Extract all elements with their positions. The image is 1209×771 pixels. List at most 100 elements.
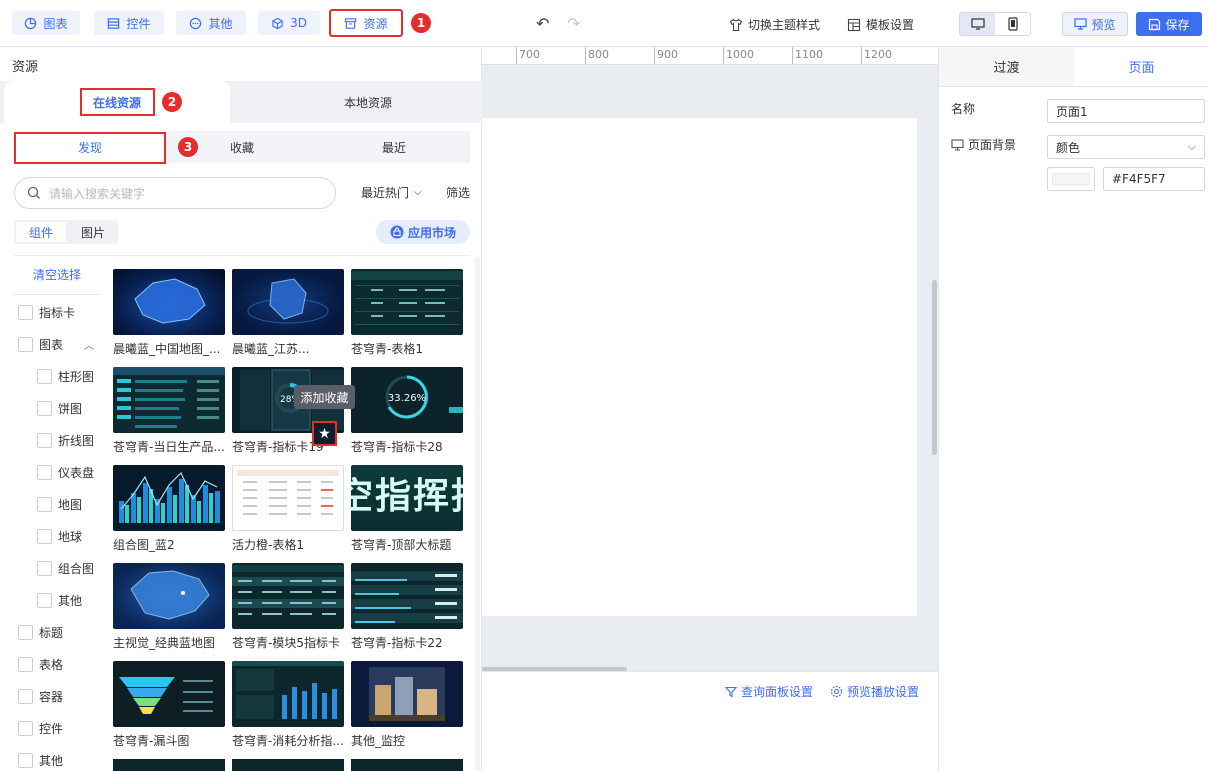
checkbox[interactable]: [37, 465, 52, 480]
preview-button[interactable]: 预览: [1062, 12, 1128, 36]
checkbox[interactable]: [18, 657, 33, 672]
type-image[interactable]: 图片: [68, 220, 118, 244]
tab-page[interactable]: 页面: [1074, 47, 1209, 86]
resource-card[interactable]: 其他_监控: [351, 661, 463, 749]
category-label: 饼图: [58, 402, 83, 416]
theme-button[interactable]: 切换主题样式: [729, 16, 820, 33]
card-thumbnail: [351, 563, 463, 629]
category-label: 表格: [39, 658, 64, 672]
category-map[interactable]: 地图: [37, 496, 82, 513]
category-chart-other[interactable]: 其他: [37, 592, 82, 609]
category-title[interactable]: 标题: [18, 624, 63, 641]
resource-card[interactable]: 33.26% 苍穹青-指标卡28: [351, 367, 463, 455]
checkbox[interactable]: [37, 433, 52, 448]
checkbox[interactable]: [37, 593, 52, 608]
star-icon[interactable]: ★: [312, 421, 337, 446]
category-pie-chart[interactable]: 饼图: [37, 400, 82, 417]
checkbox[interactable]: [18, 337, 33, 352]
device-switch: [959, 12, 1031, 36]
resource-card[interactable]: 空指挥拄 苍穹青-顶部大标题: [351, 465, 463, 553]
checkbox[interactable]: [37, 529, 52, 544]
add-favorite-tooltip: 添加收藏: [294, 385, 355, 409]
bg-type-select[interactable]: 颜色 ⌵: [1047, 135, 1205, 159]
resource-button[interactable]: 资源: [329, 9, 403, 37]
resource-card[interactable]: 组合图_蓝2: [113, 465, 225, 553]
template-button[interactable]: 模板设置: [847, 16, 914, 33]
checkbox[interactable]: [18, 689, 33, 704]
undo-icon[interactable]: ↶: [536, 14, 549, 33]
resource-card[interactable]: 主视觉_经典蓝地图: [113, 563, 225, 651]
widget-button[interactable]: 控件: [94, 11, 164, 35]
checkbox[interactable]: [37, 401, 52, 416]
category-other[interactable]: 其他: [18, 752, 63, 769]
category-combo-chart[interactable]: 组合图: [37, 560, 94, 577]
resource-card[interactable]: 晨曦蓝_中国地图_...: [113, 269, 225, 357]
mobile-icon[interactable]: [995, 13, 1030, 35]
card-thumbnail: [232, 563, 344, 629]
archive-icon: [345, 17, 357, 29]
category-table[interactable]: 表格: [18, 656, 63, 673]
filter-button[interactable]: 筛选: [446, 184, 470, 201]
resource-card[interactable]: 苍穹青-模块5指标卡: [232, 563, 344, 651]
chevron-up-icon[interactable]: ︿: [84, 337, 94, 352]
resource-card[interactable]: 苍穹青-漏斗图: [113, 661, 225, 749]
card-thumbnail: [232, 269, 344, 335]
chevron-down-icon: ⌵: [1187, 140, 1196, 153]
save-label: 保存: [1165, 17, 1190, 32]
checkbox[interactable]: [18, 305, 33, 320]
category-container[interactable]: 容器: [18, 688, 63, 705]
clear-selection-link[interactable]: 清空选择: [14, 266, 100, 283]
tab-transition[interactable]: 过渡: [939, 47, 1074, 86]
other-button[interactable]: 其他: [176, 11, 246, 35]
tab-recent[interactable]: 最近: [318, 131, 470, 163]
category-chart[interactable]: 图表 ︿: [18, 336, 98, 353]
color-hex-input[interactable]: #F4F5F7: [1103, 167, 1205, 191]
category-bar-chart[interactable]: 柱形图: [37, 368, 94, 385]
tab-local-resource[interactable]: 本地资源: [254, 81, 482, 123]
checkbox[interactable]: [18, 753, 33, 768]
category-control[interactable]: 控件: [18, 720, 63, 737]
resource-card[interactable]: 活力橙-表格1: [232, 465, 344, 553]
card-thumbnail: [351, 661, 463, 727]
search-input[interactable]: 请输入搜索关键字: [14, 177, 336, 209]
card-title: 苍穹青-模块5指标卡: [232, 636, 340, 650]
card-thumbnail: [232, 465, 344, 531]
list-scrollbar[interactable]: [475, 257, 480, 771]
resource-panel: 资源 在线资源 本地资源 2 发现 收藏 最近 3 请输入搜索关键字 最近热门 …: [0, 47, 482, 771]
card-title: 晨曦蓝_江苏...: [232, 342, 310, 356]
save-button[interactable]: 保存: [1136, 12, 1202, 36]
category-label: 控件: [39, 722, 64, 736]
other-label: 其他: [208, 16, 233, 31]
resource-card[interactable]: 晨曦蓝_江苏...: [232, 269, 344, 357]
3d-button[interactable]: 3D: [258, 11, 320, 35]
category-globe[interactable]: 地球: [37, 528, 82, 545]
dashboard-page[interactable]: [482, 118, 917, 616]
redo-icon[interactable]: ↷: [567, 14, 580, 33]
preview-play-settings[interactable]: 预览播放设置: [830, 683, 919, 700]
ruler-tick: 900: [654, 47, 678, 64]
chart-button[interactable]: 图表: [12, 11, 80, 35]
type-component[interactable]: 组件: [16, 222, 66, 242]
checkbox[interactable]: [37, 497, 52, 512]
color-swatch[interactable]: [1047, 167, 1095, 191]
vertical-scrollbar[interactable]: [932, 280, 937, 455]
resource-card[interactable]: 苍穹青-表格1: [351, 269, 463, 357]
resource-card[interactable]: 苍穹青-指标卡22: [351, 563, 463, 651]
category-gauge[interactable]: 仪表盘: [37, 464, 94, 481]
checkbox[interactable]: [18, 625, 33, 640]
widget-icon: [108, 17, 120, 29]
query-panel-settings[interactable]: 查询面板设置: [725, 683, 813, 700]
card-title: 苍穹青-指标卡22: [351, 636, 443, 650]
page-name-input[interactable]: 页面1: [1047, 99, 1205, 123]
sort-select[interactable]: 最近热门 ⌵: [361, 184, 422, 201]
category-indicator-card[interactable]: 指标卡: [18, 304, 75, 321]
search-icon: [27, 186, 40, 199]
resource-card[interactable]: 苍穹青-当日生产品...: [113, 367, 225, 455]
category-line-chart[interactable]: 折线图: [37, 432, 94, 449]
checkbox[interactable]: [37, 561, 52, 576]
resource-card[interactable]: 苍穹青-消耗分析指...: [232, 661, 344, 749]
checkbox[interactable]: [18, 721, 33, 736]
app-market-button[interactable]: 应用市场: [376, 220, 470, 244]
desktop-icon[interactable]: [960, 13, 995, 35]
checkbox[interactable]: [37, 369, 52, 384]
